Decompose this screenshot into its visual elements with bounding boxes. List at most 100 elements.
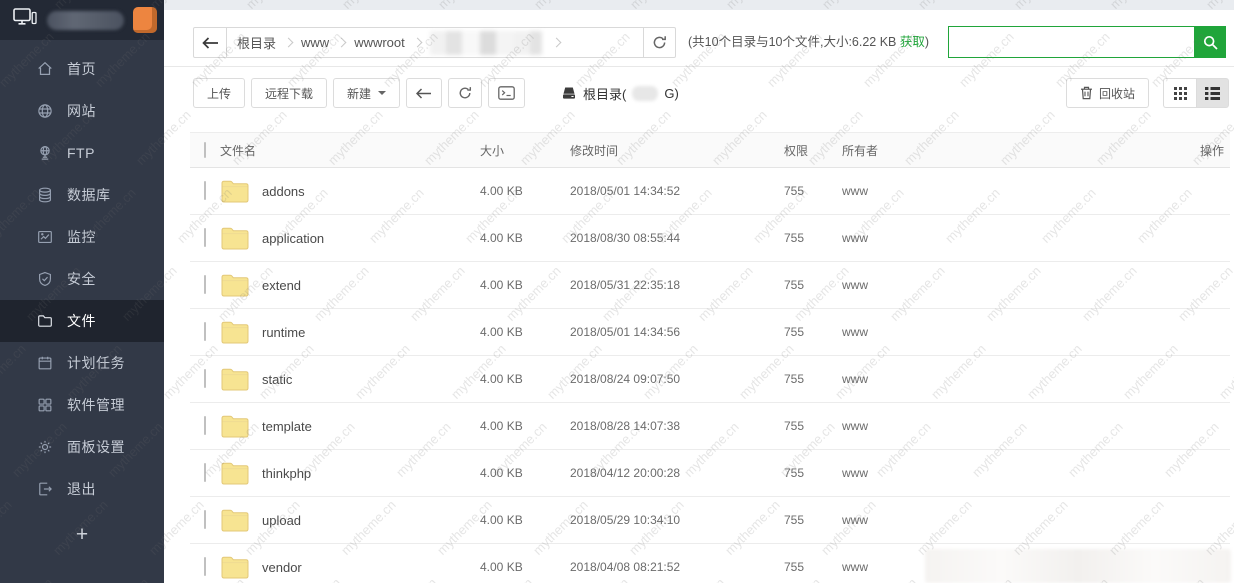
sidebar-header xyxy=(0,0,164,40)
file-perm[interactable]: 755 xyxy=(784,231,842,245)
file-perm[interactable]: 755 xyxy=(784,372,842,386)
grid-view-button[interactable] xyxy=(1163,78,1196,108)
file-owner: www xyxy=(842,513,868,527)
file-name[interactable]: thinkphp xyxy=(262,466,311,481)
sidebar-item-security[interactable]: 安全 xyxy=(0,258,164,300)
refresh-button[interactable] xyxy=(448,78,483,108)
database-icon xyxy=(36,186,54,204)
folder-icon xyxy=(221,415,249,437)
row-checkbox[interactable] xyxy=(204,510,206,529)
chevron-right-icon xyxy=(551,37,562,48)
sidebar-item-logout[interactable]: 退出 xyxy=(0,468,164,510)
sidebar-item-database[interactable]: 数据库 xyxy=(0,174,164,216)
globe-icon xyxy=(36,102,54,120)
recycle-bin-button[interactable]: 回收站 xyxy=(1065,78,1149,108)
sidebar-item-settings[interactable]: 面板设置 xyxy=(0,426,164,468)
folder-icon xyxy=(221,368,249,390)
folder-icon xyxy=(221,274,249,296)
search-icon xyxy=(1203,35,1218,50)
file-perm[interactable]: 755 xyxy=(784,466,842,480)
new-label: 新建 xyxy=(347,86,372,101)
col-header-owner[interactable]: 所有者 xyxy=(842,142,1170,159)
brand-logo[interactable] xyxy=(133,7,157,33)
select-all-checkbox[interactable] xyxy=(204,142,206,158)
row-checkbox[interactable] xyxy=(204,228,206,247)
file-size: 4.00 KB xyxy=(480,466,523,480)
row-checkbox[interactable] xyxy=(204,557,206,576)
upload-button[interactable]: 上传 xyxy=(193,78,246,108)
terminal-button[interactable] xyxy=(488,78,526,108)
folder-icon xyxy=(221,556,249,578)
row-checkbox[interactable] xyxy=(204,369,206,388)
remote-download-button[interactable]: 远程下载 xyxy=(251,78,328,108)
file-mtime: 2018/08/24 09:07:50 xyxy=(570,372,681,386)
sidebar-item-monitor[interactable]: 监控 xyxy=(0,216,164,258)
breadcrumb-back-button[interactable] xyxy=(194,28,227,57)
col-header-mtime[interactable]: 修改时间 xyxy=(570,142,784,159)
file-perm[interactable]: 755 xyxy=(784,184,842,198)
file-name[interactable]: extend xyxy=(262,278,301,293)
table-row[interactable]: template 4.00 KB 2018/08/28 14:07:38 755… xyxy=(190,403,1230,450)
file-name[interactable]: addons xyxy=(262,184,305,199)
view-toggle xyxy=(1163,78,1229,108)
file-perm[interactable]: 755 xyxy=(784,560,842,574)
table-row[interactable]: upload 4.00 KB 2018/05/29 10:34:10 755 w… xyxy=(190,497,1230,544)
row-checkbox[interactable] xyxy=(204,416,206,435)
breadcrumb-wwwroot[interactable]: wwwroot xyxy=(354,35,405,50)
col-header-filename[interactable]: 文件名 xyxy=(220,142,480,159)
sidebar-item-software[interactable]: 软件管理 xyxy=(0,384,164,426)
root-disk-label[interactable]: 根目录(G) xyxy=(561,84,679,103)
search-button[interactable] xyxy=(1194,26,1226,58)
sidebar-item-home[interactable]: 首页 xyxy=(0,48,164,90)
file-name[interactable]: template xyxy=(262,419,312,434)
file-mtime: 2018/04/12 20:00:28 xyxy=(570,466,681,480)
row-checkbox[interactable] xyxy=(204,322,206,341)
folder-icon xyxy=(221,180,249,202)
file-perm[interactable]: 755 xyxy=(784,419,842,433)
row-checkbox[interactable] xyxy=(204,275,206,294)
back-button[interactable] xyxy=(406,78,443,108)
breadcrumb-root[interactable]: 根目录 xyxy=(237,33,276,52)
row-checkbox[interactable] xyxy=(204,181,206,200)
file-name[interactable]: runtime xyxy=(262,325,305,340)
blurred-disk-size xyxy=(632,85,659,101)
list-view-button[interactable] xyxy=(1196,78,1229,108)
file-perm[interactable]: 755 xyxy=(784,325,842,339)
chart-frame-icon xyxy=(36,228,54,246)
file-name[interactable]: application xyxy=(262,231,324,246)
table-row[interactable]: addons 4.00 KB 2018/05/01 14:34:52 755 w… xyxy=(190,168,1230,215)
terminal-icon xyxy=(498,86,515,100)
table-row[interactable]: runtime 4.00 KB 2018/05/01 14:34:56 755 … xyxy=(190,309,1230,356)
sidebar-item-ftp[interactable]: FTP xyxy=(0,132,164,174)
breadcrumb-refresh-button[interactable] xyxy=(643,28,675,57)
col-header-size[interactable]: 大小 xyxy=(480,142,570,159)
logout-icon xyxy=(36,480,54,498)
file-perm[interactable]: 755 xyxy=(784,513,842,527)
sidebar-item-files[interactable]: 文件 xyxy=(0,300,164,342)
stats-get-link[interactable]: 获取 xyxy=(900,35,925,49)
file-mtime: 2018/08/28 14:07:38 xyxy=(570,419,681,433)
sidebar-item-website[interactable]: 网站 xyxy=(0,90,164,132)
col-header-perm[interactable]: 权限 xyxy=(784,142,842,159)
search-input[interactable] xyxy=(948,26,1194,58)
table-row[interactable]: application 4.00 KB 2018/08/30 08:55:44 … xyxy=(190,215,1230,262)
new-dropdown-button[interactable]: 新建 xyxy=(333,78,401,108)
file-mtime: 2018/05/01 14:34:52 xyxy=(570,184,681,198)
row-checkbox[interactable] xyxy=(204,463,206,482)
file-name[interactable]: vendor xyxy=(262,560,302,575)
table-row[interactable]: static 4.00 KB 2018/08/24 09:07:50 755 w… xyxy=(190,356,1230,403)
breadcrumb-www[interactable]: www xyxy=(301,35,329,50)
sidebar-item-label: 文件 xyxy=(67,313,96,329)
file-toolbar: 上传 远程下载 新建 根目录(G) xyxy=(193,78,679,108)
file-name[interactable]: static xyxy=(262,372,292,387)
sidebar-add-button[interactable]: + xyxy=(0,512,164,558)
file-name[interactable]: upload xyxy=(262,513,301,528)
table-row[interactable]: thinkphp 4.00 KB 2018/04/12 20:00:28 755… xyxy=(190,450,1230,497)
table-row[interactable]: extend 4.00 KB 2018/05/31 22:35:18 755 w… xyxy=(190,262,1230,309)
monitor-phone-icon xyxy=(13,8,37,32)
file-perm[interactable]: 755 xyxy=(784,278,842,292)
file-owner: www xyxy=(842,419,868,433)
sidebar-item-label: 软件管理 xyxy=(67,397,125,413)
table-header-row: 文件名 大小 修改时间 权限 所有者 操作 xyxy=(190,132,1230,168)
sidebar-item-cron[interactable]: 计划任务 xyxy=(0,342,164,384)
